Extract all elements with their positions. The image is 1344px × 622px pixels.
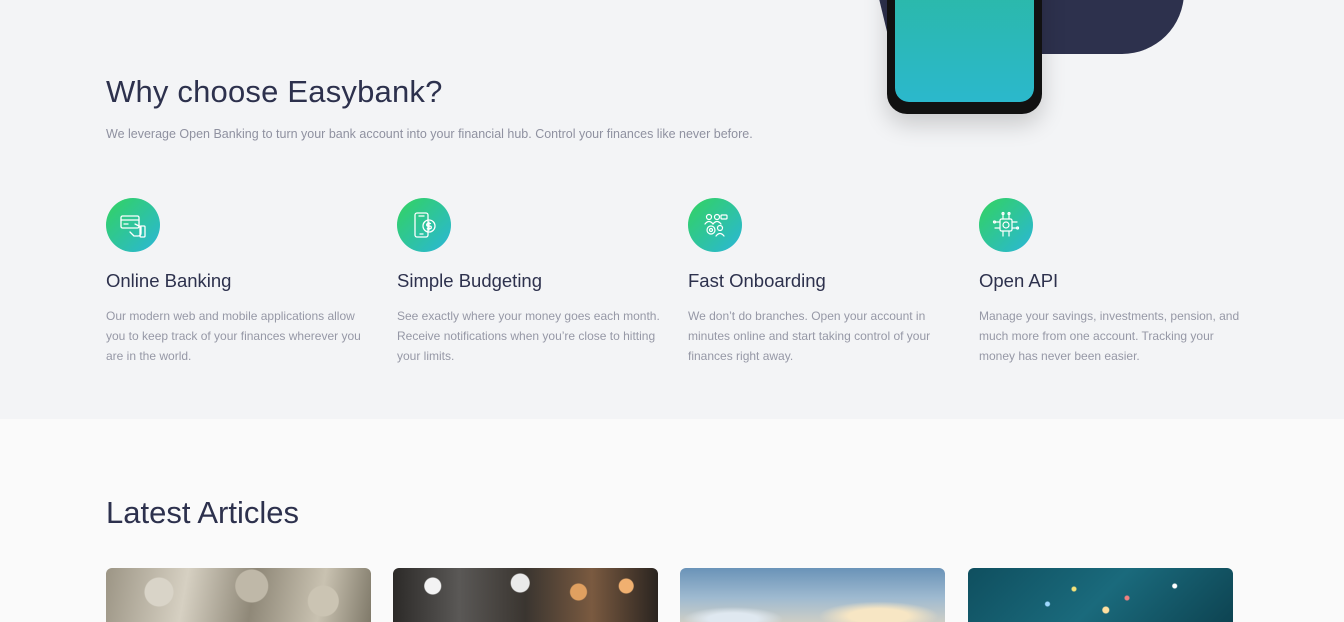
feature-text: See exactly where your money goes each m…: [397, 309, 660, 363]
feature-fast-onboarding: Fast Onboarding We don’t do branches. Op…: [688, 198, 958, 366]
section-title: Why choose Easybank?: [106, 74, 443, 109]
article-card[interactable]: [393, 568, 658, 622]
phone-mockup-image: [887, 0, 1042, 114]
feature-title: Fast Onboarding: [688, 270, 826, 291]
api-icon: [979, 198, 1033, 252]
article-image-restaurant[interactable]: [393, 568, 658, 622]
article-image-confetti[interactable]: [968, 568, 1233, 622]
article-image-plane[interactable]: [680, 568, 945, 622]
features-section: Why choose Easybank? We leverage Open Ba…: [0, 0, 1344, 419]
articles-section: Latest Articles: [0, 419, 1344, 622]
article-image-currency[interactable]: [106, 568, 371, 622]
section-subtitle: We leverage Open Banking to turn your ba…: [106, 127, 753, 141]
feature-title: Online Banking: [106, 270, 232, 291]
budgeting-icon: [397, 198, 451, 252]
feature-open-api: Open API Manage your savings, investment…: [979, 198, 1249, 366]
online-banking-icon: [106, 198, 160, 252]
feature-text: Manage your savings, investments, pensio…: [979, 309, 1240, 363]
article-card[interactable]: [968, 568, 1233, 622]
feature-title: Open API: [979, 270, 1059, 291]
feature-text: We don’t do branches. Open your account …: [688, 309, 931, 363]
onboarding-icon: [688, 198, 742, 252]
feature-simple-budgeting: Simple Budgeting See exactly where your …: [397, 198, 667, 366]
article-card[interactable]: [680, 568, 945, 622]
feature-online-banking: Online Banking Our modern web and mobile…: [106, 198, 376, 366]
phone-screen: [895, 0, 1034, 102]
articles-title: Latest Articles: [106, 495, 299, 530]
feature-title: Simple Budgeting: [397, 270, 543, 291]
article-card[interactable]: [106, 568, 371, 622]
feature-text: Our modern web and mobile applications a…: [106, 309, 361, 363]
